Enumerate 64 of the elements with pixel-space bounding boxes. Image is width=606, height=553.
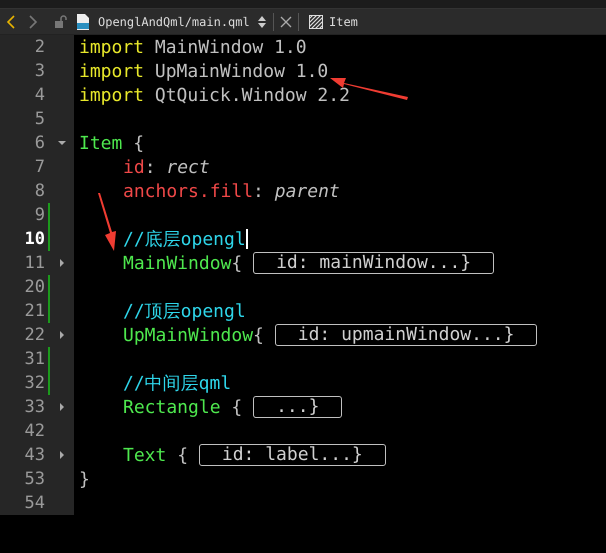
type-name: Item — [79, 132, 122, 154]
folded-code[interactable]: ...} — [253, 396, 342, 418]
type-name: Rectangle — [123, 396, 221, 418]
hatched-square-icon — [309, 14, 323, 28]
code-comment: //顶层opengl — [123, 300, 246, 323]
text-cursor — [246, 229, 248, 249]
line-number: 9 — [34, 205, 45, 225]
code-text: { — [132, 132, 144, 154]
code-text: { — [176, 444, 190, 466]
property-name: id — [123, 156, 145, 178]
fold-collapsed-icon[interactable] — [58, 331, 66, 339]
code-text: { — [253, 324, 265, 346]
line-number: 53 — [24, 469, 45, 489]
code-text: MainWindow 1.0 — [154, 36, 307, 58]
line-number: 7 — [34, 157, 45, 177]
code-text: UpMainWindow 1.0 — [154, 60, 328, 82]
lock-icon[interactable] — [54, 14, 68, 28]
fold-collapsed-icon[interactable] — [58, 451, 66, 459]
line-number: 32 — [24, 373, 45, 393]
line-number: 43 — [24, 445, 45, 465]
code-text: } — [79, 468, 90, 490]
line-number: 42 — [24, 421, 45, 441]
symbol-name[interactable]: Item — [329, 14, 358, 28]
code-text: : — [144, 156, 157, 178]
line-number: 3 — [34, 61, 45, 81]
folded-code[interactable]: id: mainWindow...} — [253, 252, 494, 274]
folded-code[interactable]: id: upmainWindow...} — [274, 324, 538, 346]
line-number: 11 — [24, 253, 45, 273]
type-name: UpMainWindow — [123, 324, 254, 346]
code-comment: //底层opengl — [123, 228, 246, 251]
property-name: anchors.fill — [123, 180, 254, 202]
property-value: parent — [274, 180, 340, 202]
type-name: MainWindow — [123, 252, 232, 274]
fold-expanded-icon[interactable] — [58, 139, 66, 147]
fold-collapsed-icon[interactable] — [58, 259, 66, 267]
keyword: import — [79, 60, 144, 82]
qml-file-icon — [76, 12, 90, 30]
line-number: 54 — [24, 493, 45, 513]
code-text: { — [231, 252, 244, 274]
code-text: QtQuick.Window 2.2 — [154, 84, 350, 106]
code-comment: //中间层qml — [123, 372, 232, 395]
line-number: 10 — [24, 229, 45, 249]
up-down-arrows-icon[interactable] — [257, 14, 267, 28]
line-number: 22 — [24, 325, 45, 345]
folded-code[interactable]: id: label...} — [198, 444, 386, 466]
line-number: 33 — [24, 397, 45, 417]
line-number: 4 — [34, 85, 45, 105]
annotation-arrow — [96, 193, 118, 253]
keyword: import — [79, 36, 144, 58]
type-name: Text — [123, 444, 166, 466]
line-number: 6 — [34, 133, 45, 153]
file-name[interactable]: OpenglAndQml/main.qml — [98, 14, 253, 28]
line-number: 20 — [24, 277, 45, 297]
code-text: : — [253, 180, 265, 202]
property-value: rect — [166, 156, 210, 178]
line-number: 8 — [34, 181, 45, 201]
line-number: 31 — [24, 349, 45, 369]
line-number: 2 — [34, 37, 45, 57]
keyword: import — [79, 84, 144, 106]
close-icon[interactable] — [280, 16, 292, 28]
line-number: 5 — [34, 109, 45, 129]
code-text: { — [230, 396, 244, 418]
fold-collapsed-icon[interactable] — [58, 403, 66, 411]
line-number: 21 — [24, 301, 45, 321]
